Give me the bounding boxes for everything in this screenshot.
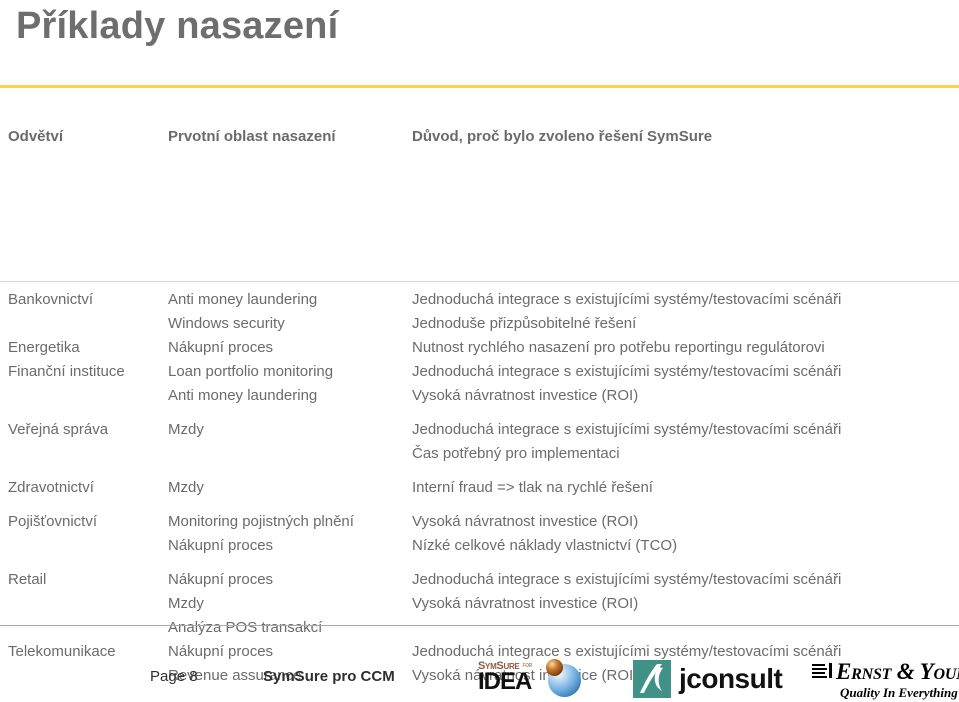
cell-industry: Retail bbox=[8, 571, 47, 588]
table-row-line: Bankovnictví Anti money laundering Jedno… bbox=[0, 288, 959, 312]
row-spacer bbox=[0, 558, 959, 568]
cell-industry: Veřejná správa bbox=[8, 421, 109, 438]
cell-area: Mzdy bbox=[168, 595, 204, 612]
table-row-line: Mzdy Vysoká návratnost investice (ROI) bbox=[0, 592, 959, 616]
table-row-line: Energetika Nákupní proces Nutnost rychlé… bbox=[0, 336, 959, 360]
cell-area: Nákupní proces bbox=[168, 537, 274, 554]
table-row: Energetika Nákupní proces Nutnost rychlé… bbox=[0, 336, 959, 360]
table-row-line: Veřejná správa Mzdy Jednoduchá integrace… bbox=[0, 418, 959, 442]
cell-reason: Jednoduše přizpůsobitelné řešení bbox=[412, 315, 637, 332]
table-header-row: Odvětví Prvotní oblast nasazení Důvod, p… bbox=[0, 128, 959, 153]
table-row: Pojišťovnictví Monitoring pojistných pln… bbox=[0, 510, 959, 558]
idea-logo-text: IDEA bbox=[478, 668, 532, 695]
cell-area: Anti money laundering bbox=[168, 291, 318, 308]
cell-area: Mzdy bbox=[168, 421, 204, 438]
cell-reason: Vysoká návratnost investice (ROI) bbox=[412, 513, 639, 530]
cell-reason: Jednoduchá integrace s existujícími syst… bbox=[412, 421, 842, 438]
ey-tagline: Quality In Everything We Do bbox=[840, 685, 959, 700]
table-row-line: Zdravotnictví Mzdy Interní fraud => tlak… bbox=[0, 476, 959, 500]
cell-area: Nákupní proces bbox=[168, 571, 274, 588]
ey-beam-icon bbox=[812, 663, 832, 678]
cell-industry: Finanční instituce bbox=[8, 363, 125, 380]
table-row-line: Nákupní proces Nízké celkové náklady vla… bbox=[0, 534, 959, 558]
title-accent-rule bbox=[0, 85, 959, 88]
cell-reason: Vysoká návratnost investice (ROI) bbox=[412, 387, 639, 404]
slide-footer: Page 8 SymSure pro CCM SymSure for IDEA j… bbox=[0, 625, 959, 702]
row-spacer bbox=[0, 466, 959, 476]
page-title: Příklady nasazení bbox=[16, 5, 339, 47]
table-row-line: Anti money laundering Vysoká návratnost … bbox=[0, 384, 959, 408]
table-row-line: Pojišťovnictví Monitoring pojistných pln… bbox=[0, 510, 959, 534]
row-spacer bbox=[0, 500, 959, 510]
cell-area: Windows security bbox=[168, 315, 285, 332]
column-header-reason: Důvod, proč bylo zvoleno řešení SymSure bbox=[412, 128, 713, 145]
jconsult-logo: jconsult bbox=[633, 660, 783, 700]
symsure-idea-logo: SymSure for IDEA bbox=[478, 658, 594, 702]
table-row-line: Windows security Jednoduše přizpůsobitel… bbox=[0, 312, 959, 336]
ey-wordmark: Ernst & Young bbox=[836, 659, 959, 684]
page-number: Page 8 bbox=[150, 668, 198, 685]
cell-industry: Zdravotnictví bbox=[8, 479, 94, 496]
cell-reason: Interní fraud => tlak na rychlé řešení bbox=[412, 479, 653, 496]
cell-industry: Pojišťovnictví bbox=[8, 513, 97, 530]
ernst-young-logo: Ernst & Young Quality In Everything We D… bbox=[812, 659, 959, 701]
deployment-examples-table: Odvětví Prvotní oblast nasazení Důvod, p… bbox=[0, 128, 959, 684]
cell-industry: Bankovnictví bbox=[8, 291, 94, 308]
cell-area: Loan portfolio monitoring bbox=[168, 363, 334, 380]
cell-reason: Nutnost rychlého nasazení pro potřebu re… bbox=[412, 339, 825, 356]
deck-title: SymSure pro CCM bbox=[263, 668, 395, 685]
cell-reason: Vysoká návratnost investice (ROI) bbox=[412, 595, 639, 612]
column-header-area: Prvotní oblast nasazení bbox=[168, 128, 336, 145]
cell-area: Anti money laundering bbox=[168, 387, 318, 404]
row-spacer bbox=[0, 408, 959, 418]
cell-area: Nákupní proces bbox=[168, 339, 274, 356]
cell-area: Monitoring pojistných plnění bbox=[168, 513, 354, 530]
table-row-line: Retail Nákupní proces Jednoduchá integra… bbox=[0, 568, 959, 592]
cell-industry: Energetika bbox=[8, 339, 80, 356]
table-row: Veřejná správa Mzdy Jednoduchá integrace… bbox=[0, 418, 959, 466]
column-header-industry: Odvětví bbox=[8, 128, 64, 145]
cell-area: Mzdy bbox=[168, 479, 204, 496]
table-row-line: Čas potřebný pro implementaci bbox=[0, 442, 959, 466]
jconsult-wordmark: jconsult bbox=[679, 663, 783, 694]
small-sphere-icon bbox=[546, 659, 563, 676]
table-row: Zdravotnictví Mzdy Interní fraud => tlak… bbox=[0, 476, 959, 500]
cell-reason: Čas potřebný pro implementaci bbox=[412, 445, 620, 462]
header-divider bbox=[0, 281, 959, 282]
cell-reason: Jednoduchá integrace s existujícími syst… bbox=[412, 363, 842, 380]
cell-reason: Jednoduchá integrace s existujícími syst… bbox=[412, 571, 842, 588]
table-row: Bankovnictví Anti money laundering Jedno… bbox=[0, 288, 959, 336]
cell-reason: Nízké celkové náklady vlastnictví (TCO) bbox=[412, 537, 678, 554]
cell-reason: Jednoduchá integrace s existujícími syst… bbox=[412, 291, 842, 308]
table-row-line: Finanční instituce Loan portfolio monito… bbox=[0, 360, 959, 384]
table-row: Finanční instituce Loan portfolio monito… bbox=[0, 360, 959, 408]
jconsult-mark-icon bbox=[633, 660, 671, 698]
